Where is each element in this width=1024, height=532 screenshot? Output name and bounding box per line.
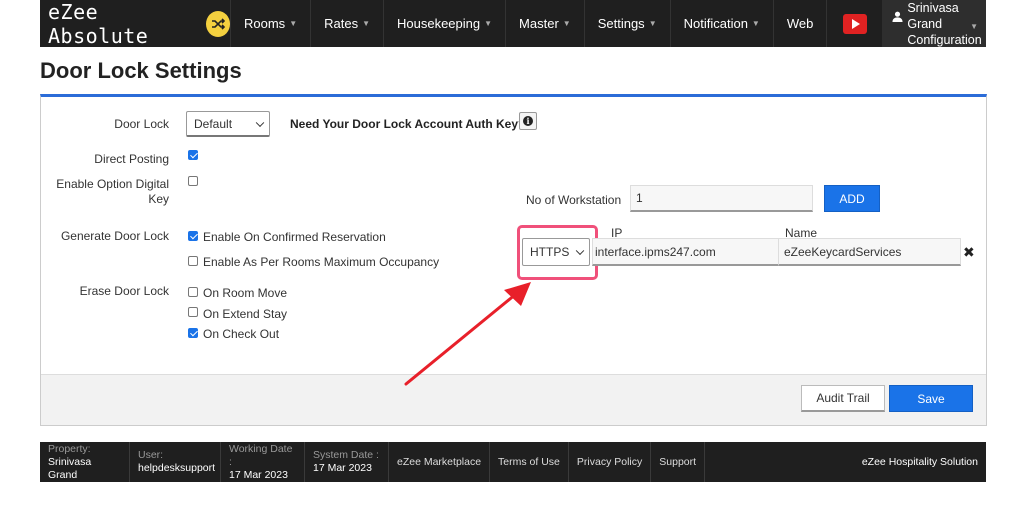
shuffle-icon[interactable] (205, 10, 230, 37)
working-date-key: Working Date : (229, 442, 293, 468)
page-title: Door Lock Settings (40, 58, 242, 83)
nav-label: Master (519, 16, 559, 31)
door-lock-panel: Door Lock Default Need Your Door Lock Ac… (40, 94, 987, 426)
info-icon: i (523, 116, 533, 126)
workstation-input[interactable]: 1 (630, 185, 813, 212)
company-name: eZee Hospitality Solution (861, 456, 978, 468)
confirmed-reservation-label: Enable On Confirmed Reservation (203, 230, 386, 244)
workstation-value: 1 (636, 191, 643, 205)
ip-value: interface.ipms247.com (595, 244, 716, 259)
chevron-down-icon (255, 118, 265, 127)
direct-posting-checkbox[interactable] (188, 150, 198, 160)
user-key: User: (138, 449, 164, 461)
door-lock-label: Door Lock (114, 117, 169, 131)
brand-logo[interactable]: eZee Absolute (40, 0, 230, 48)
door-lock-value: Default (194, 116, 233, 131)
info-button[interactable]: i (519, 112, 537, 130)
brand-name: eZee Absolute (48, 0, 149, 48)
room-move-label: On Room Move (203, 286, 288, 300)
door-lock-select[interactable]: Default (186, 111, 270, 137)
max-occupancy-label: Enable As Per Rooms Maximum Occupancy (203, 255, 440, 269)
user-value: helpdesksupport (138, 462, 216, 474)
confirmed-reservation-checkbox[interactable] (188, 231, 198, 241)
caret-down-icon: ▼ (648, 19, 657, 28)
name-value: eZeeKeycardServices (784, 244, 902, 259)
caret-down-icon: ▼ (751, 19, 760, 28)
nav-housekeeping[interactable]: Housekeeping ▼ (383, 0, 505, 47)
youtube-button[interactable] (826, 0, 882, 47)
support-link[interactable]: Support (651, 442, 706, 482)
caret-down-icon: ▼ (362, 19, 370, 28)
youtube-icon (842, 13, 867, 34)
auth-key-text: Need Your Door Lock Account Auth Key? (290, 117, 526, 131)
property-value: Srinivasa Grand (48, 455, 92, 481)
nav-label: Notification (683, 16, 748, 31)
caret-down-icon: ▼ (970, 22, 978, 31)
digital-key-label-line2: Key (148, 192, 169, 206)
remove-icon[interactable]: ✖ (963, 245, 975, 259)
ip-input[interactable]: interface.ipms247.com (592, 238, 788, 266)
nav-settings[interactable]: Settings ▼ (583, 0, 670, 47)
nav-rooms[interactable]: Rooms ▼ (230, 0, 310, 47)
highlight-box (517, 225, 598, 280)
direct-posting-label: Direct Posting (94, 152, 169, 166)
system-date-key: System Date : (313, 449, 379, 461)
nav-master[interactable]: Master ▼ (505, 0, 584, 47)
nav-label: Web (786, 16, 814, 31)
nav-rates[interactable]: Rates ▼ (310, 0, 383, 47)
extend-stay-checkbox[interactable] (188, 307, 198, 317)
check-out-checkbox[interactable] (188, 328, 198, 338)
nav-label: Housekeeping (397, 16, 481, 31)
privacy-link[interactable]: Privacy Policy (569, 442, 652, 482)
workstation-label: No of Workstation (526, 193, 622, 207)
top-navbar: eZee Absolute Rooms ▼ Rates ▼ Housekeeping… (40, 0, 986, 48)
nav-label: Rooms (244, 16, 286, 31)
user-menu[interactable]: Srinivasa Grand Configuration ▼ (882, 0, 986, 47)
caret-down-icon: ▼ (562, 19, 571, 28)
digital-key-checkbox[interactable] (188, 176, 198, 186)
working-date-value: 17 Mar 2023 (229, 468, 288, 481)
max-occupancy-checkbox[interactable] (188, 256, 198, 266)
panel-footer: Audit Trail Save (41, 374, 986, 425)
audit-trail-button[interactable]: Audit Trail (801, 385, 885, 412)
system-date-value: 17 Mar 2023 (313, 462, 372, 474)
user-info: User: helpdesksupport (130, 442, 221, 482)
terms-link[interactable]: Terms of Use (490, 442, 569, 482)
room-move-checkbox[interactable] (188, 287, 198, 297)
add-button[interactable]: ADD (824, 185, 880, 212)
check-out-label: On Check Out (203, 327, 280, 341)
caret-down-icon: ▼ (289, 19, 298, 28)
property-key: Property: (48, 442, 91, 455)
generate-door-lock-label: Generate Door Lock (60, 229, 169, 243)
caret-down-icon: ▼ (484, 19, 493, 28)
nav-web[interactable]: Web (772, 0, 827, 47)
working-date-info: Working Date : 17 Mar 2023 (221, 442, 305, 482)
property-info: Property: Srinivasa Grand (40, 442, 130, 482)
system-date-info: System Date : 17 Mar 2023 (305, 442, 389, 482)
nav-label: Rates (324, 16, 359, 31)
bottom-status-bar: Property: Srinivasa Grand User: helpdesk… (40, 442, 986, 482)
digital-key-label-line1: Enable Option Digital (56, 177, 169, 191)
name-input[interactable]: eZeeKeycardServices (778, 238, 961, 266)
user-icon (892, 11, 903, 22)
erase-door-lock-label: Erase Door Lock (79, 284, 169, 298)
nav-notification[interactable]: Notification ▼ (669, 0, 773, 47)
save-button[interactable]: Save (889, 385, 973, 412)
nav-label: Settings (597, 16, 645, 31)
digital-key-label: Enable Option Digital Key (56, 177, 169, 207)
marketplace-link[interactable]: eZee Marketplace (389, 442, 491, 482)
extend-stay-label: On Extend Stay (203, 307, 288, 321)
